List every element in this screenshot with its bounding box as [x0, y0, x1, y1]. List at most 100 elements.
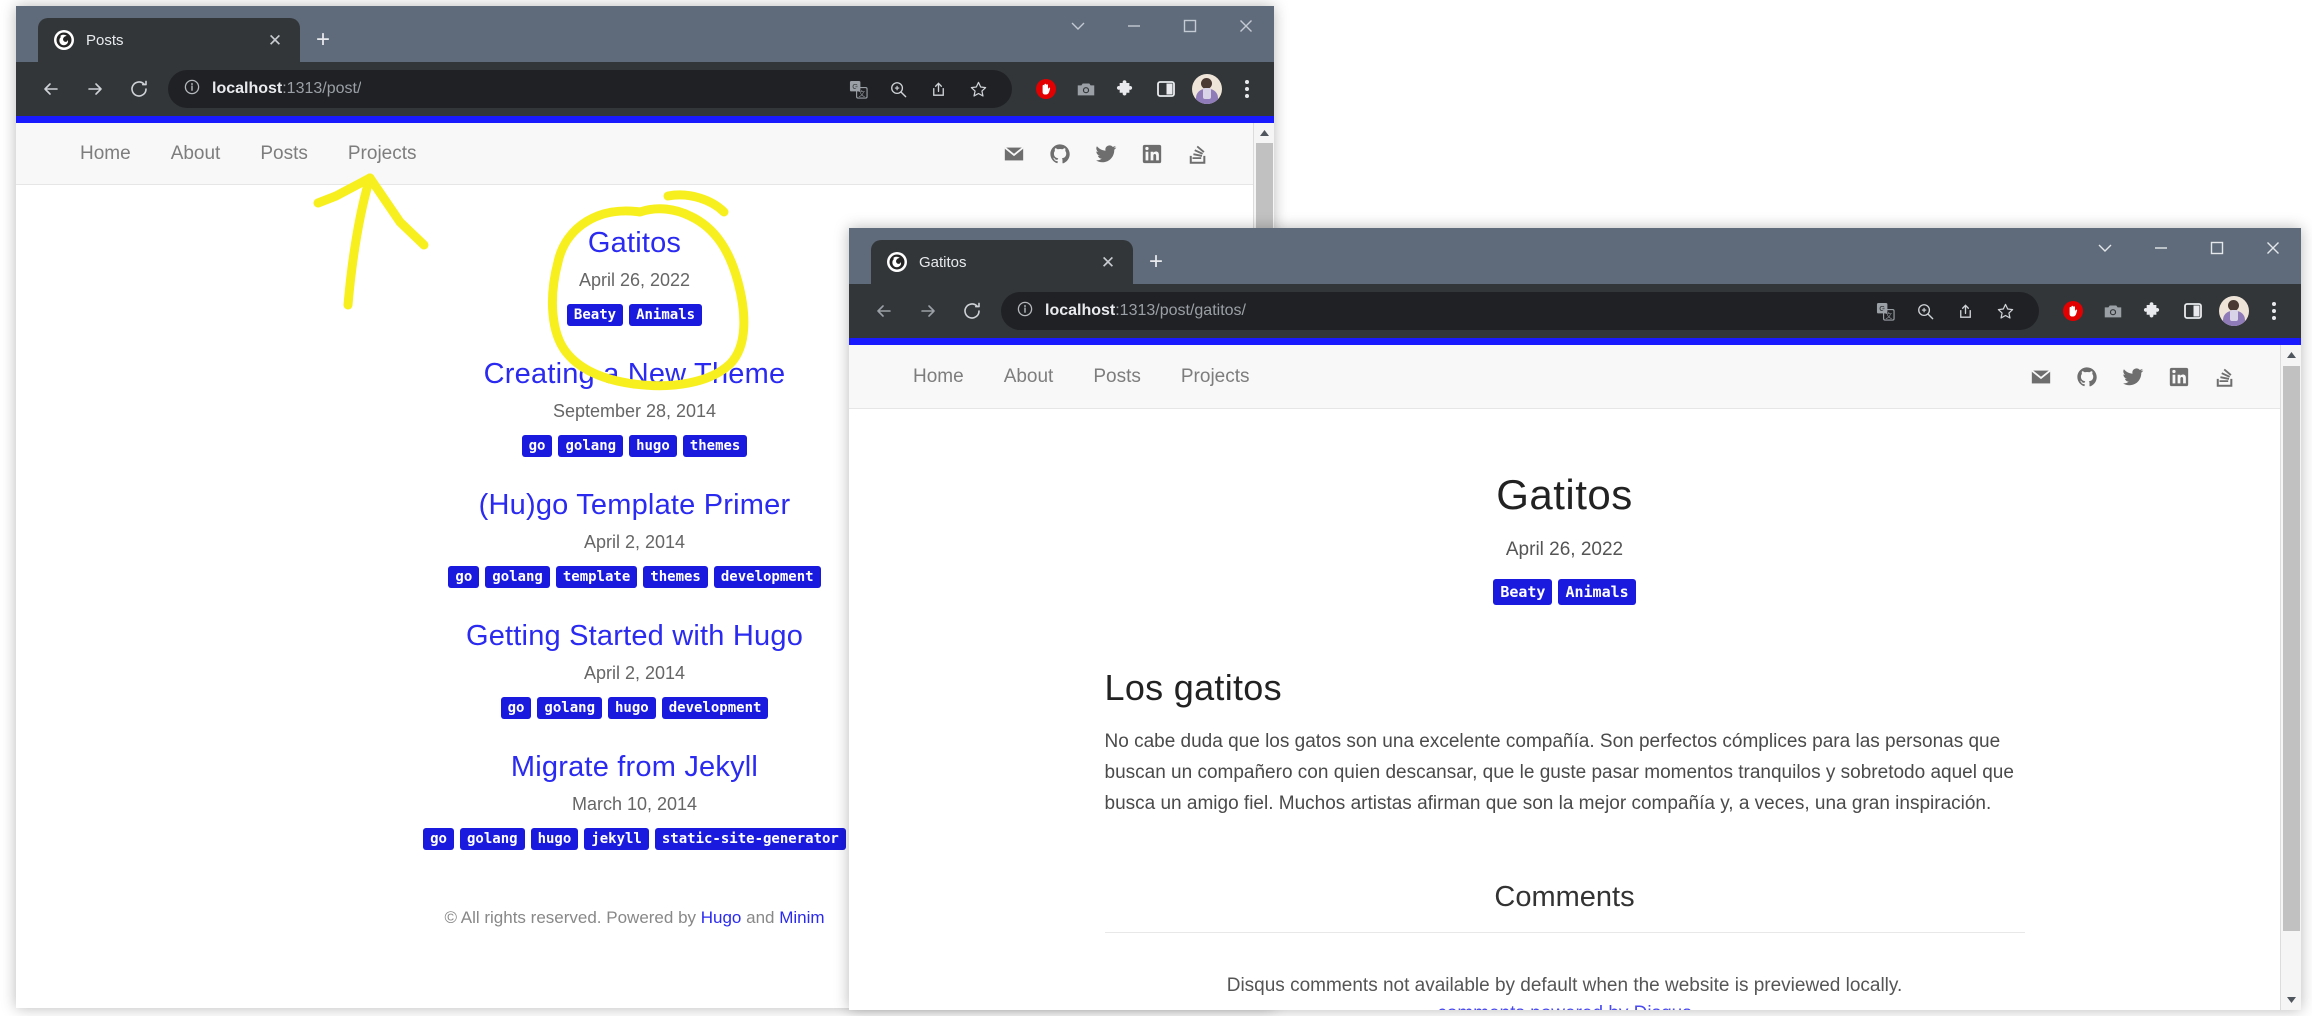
scroll-up-arrow-icon[interactable]: [1254, 123, 1274, 143]
twitter-icon[interactable]: [1095, 143, 1117, 165]
address-bar[interactable]: localhost:1313/post/gatitos/ G文: [1001, 292, 2039, 330]
titlebar[interactable]: Gatitos ✕ +: [849, 228, 2301, 284]
search-icon[interactable]: [880, 71, 916, 107]
tag[interactable]: golang: [558, 435, 624, 457]
scroll-down-arrow-icon[interactable]: [2281, 990, 2301, 1010]
tag[interactable]: static-site-generator: [654, 828, 846, 850]
email-icon[interactable]: [2030, 366, 2052, 388]
titlebar[interactable]: Posts ✕ +: [16, 6, 1274, 62]
sidebar-item-about[interactable]: About: [984, 366, 1074, 388]
tag[interactable]: themes: [682, 435, 748, 457]
tag[interactable]: template: [555, 566, 638, 588]
new-tab-button[interactable]: +: [1133, 240, 1179, 284]
close-icon[interactable]: [2245, 228, 2301, 268]
stackoverflow-icon[interactable]: [1187, 143, 1209, 165]
browser-tab[interactable]: Gatitos ✕: [871, 240, 1133, 284]
sidebar-item-about[interactable]: About: [151, 143, 241, 165]
kebab-menu-icon[interactable]: [2257, 292, 2291, 330]
browser-window-gatitos[interactable]: Gatitos ✕ + localhost:1313/post/gatitos/…: [849, 228, 2301, 1010]
forward-icon[interactable]: [74, 68, 116, 110]
camera-icon[interactable]: [1068, 71, 1104, 107]
footer-minim-link[interactable]: Minim: [779, 908, 824, 927]
share-icon[interactable]: [920, 71, 956, 107]
maximize-icon[interactable]: [2189, 228, 2245, 268]
scrollbar-thumb[interactable]: [1256, 143, 1273, 238]
twitter-icon[interactable]: [2122, 366, 2144, 388]
tag[interactable]: golang: [459, 828, 525, 850]
tag[interactable]: Beaty: [566, 304, 624, 326]
tag[interactable]: go: [448, 566, 480, 588]
tab-close-icon[interactable]: ✕: [1095, 254, 1121, 271]
back-icon[interactable]: [30, 68, 72, 110]
sidebar-item-posts[interactable]: Posts: [1073, 366, 1161, 388]
tag[interactable]: go: [500, 697, 532, 719]
tag[interactable]: go: [423, 828, 454, 850]
tag[interactable]: hugo: [629, 435, 677, 457]
kebab-menu-icon[interactable]: [1230, 70, 1264, 108]
tab-close-icon[interactable]: ✕: [262, 32, 288, 49]
site-info-icon[interactable]: [184, 79, 200, 100]
reload-icon[interactable]: [118, 68, 160, 110]
tag[interactable]: development: [713, 566, 821, 588]
browser-tab[interactable]: Posts ✕: [38, 18, 300, 62]
new-tab-button[interactable]: +: [300, 18, 346, 62]
extensions-puzzle-icon[interactable]: [2135, 293, 2171, 329]
bookmark-star-icon[interactable]: [960, 71, 996, 107]
search-icon[interactable]: [1907, 293, 1943, 329]
tag[interactable]: hugo: [608, 697, 656, 719]
side-panel-icon[interactable]: [2175, 293, 2211, 329]
profile-avatar[interactable]: [2219, 296, 2249, 326]
camera-icon[interactable]: [2095, 293, 2131, 329]
vertical-scrollbar[interactable]: [2280, 345, 2301, 1010]
maximize-icon[interactable]: [1162, 6, 1218, 46]
reload-icon[interactable]: [951, 290, 993, 332]
bookmark-star-icon[interactable]: [1987, 293, 2023, 329]
scroll-up-arrow-icon[interactable]: [2281, 345, 2301, 365]
sidebar-item-home[interactable]: Home: [893, 366, 984, 388]
site-info-icon[interactable]: [1017, 301, 1033, 322]
back-icon[interactable]: [863, 290, 905, 332]
tag[interactable]: golang: [537, 697, 602, 719]
chevron-down-icon[interactable]: [2077, 228, 2133, 268]
sidebar-item-home[interactable]: Home: [60, 143, 151, 165]
scrollbar-thumb[interactable]: [2283, 366, 2300, 931]
footer-hugo-link[interactable]: Hugo: [701, 908, 742, 927]
chevron-down-icon[interactable]: [1050, 6, 1106, 46]
extensions-puzzle-icon[interactable]: [1108, 71, 1144, 107]
linkedin-icon[interactable]: [1141, 143, 1163, 165]
github-icon[interactable]: [2076, 366, 2098, 388]
site-navigation[interactable]: Home About Posts Projects: [16, 123, 1253, 185]
tag[interactable]: Animals: [629, 304, 703, 326]
github-icon[interactable]: [1049, 143, 1071, 165]
tag[interactable]: hugo: [530, 828, 579, 850]
disqus-link[interactable]: comments powered by Disqus: [1437, 1003, 1692, 1010]
share-icon[interactable]: [1947, 293, 1983, 329]
ublock-icon[interactable]: [2055, 293, 2091, 329]
forward-icon[interactable]: [907, 290, 949, 332]
browser-toolbar[interactable]: localhost:1313/post/gatitos/ G文: [849, 284, 2301, 338]
tag[interactable]: development: [661, 697, 769, 719]
address-bar[interactable]: localhost:1313/post/ G文: [168, 70, 1012, 108]
linkedin-icon[interactable]: [2168, 366, 2190, 388]
sidebar-item-projects[interactable]: Projects: [328, 143, 437, 165]
site-navigation[interactable]: Home About Posts Projects: [849, 345, 2280, 409]
close-icon[interactable]: [1218, 6, 1274, 46]
tag[interactable]: Animals: [1558, 579, 1636, 605]
tag[interactable]: Beaty: [1493, 579, 1553, 605]
minimize-icon[interactable]: [2133, 228, 2189, 268]
translate-icon[interactable]: G文: [1867, 293, 1903, 329]
tag[interactable]: themes: [643, 566, 708, 588]
translate-icon[interactable]: G文: [840, 71, 876, 107]
tag[interactable]: jekyll: [584, 828, 649, 850]
sidebar-item-posts[interactable]: Posts: [240, 143, 328, 165]
minimize-icon[interactable]: [1106, 6, 1162, 46]
tag[interactable]: golang: [485, 566, 550, 588]
sidebar-item-projects[interactable]: Projects: [1161, 366, 1270, 388]
side-panel-icon[interactable]: [1148, 71, 1184, 107]
tag[interactable]: go: [521, 435, 553, 457]
browser-toolbar[interactable]: localhost:1313/post/ G文: [16, 62, 1274, 116]
profile-avatar[interactable]: [1192, 74, 1222, 104]
ublock-icon[interactable]: [1028, 71, 1064, 107]
stackoverflow-icon[interactable]: [2214, 366, 2236, 388]
email-icon[interactable]: [1003, 143, 1025, 165]
